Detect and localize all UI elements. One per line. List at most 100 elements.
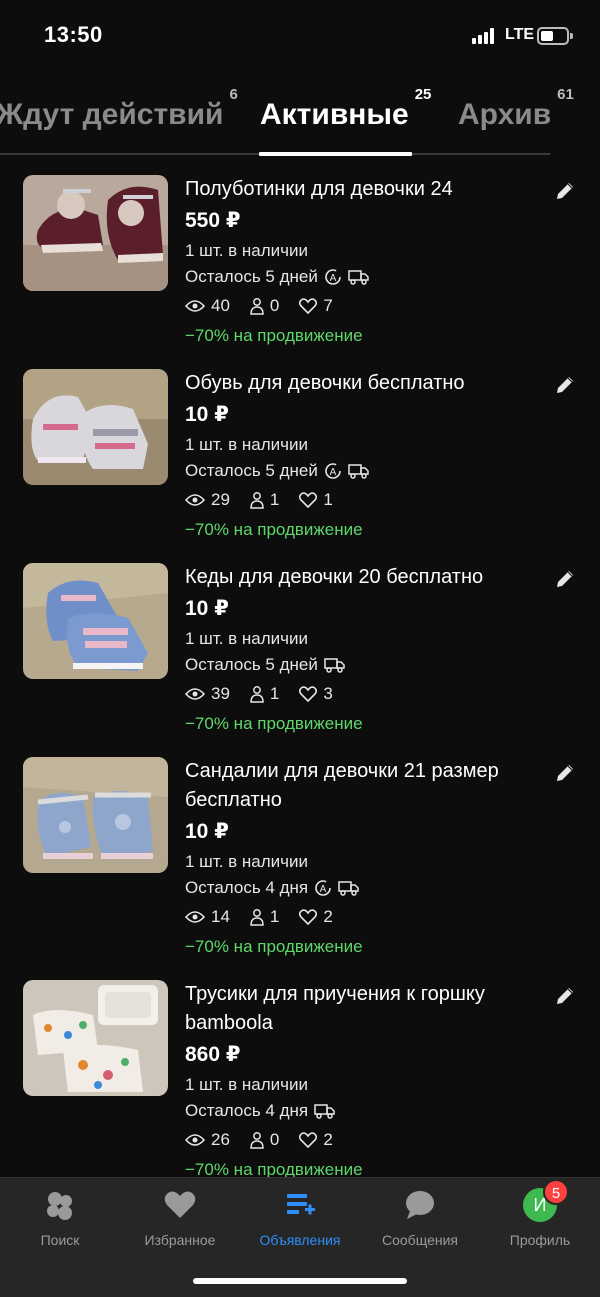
nav-label: Профиль [509, 1232, 571, 1248]
autorenew-icon: A [315, 880, 331, 896]
tab-awaiting-action[interactable]: Ждут действий 6 [0, 86, 238, 132]
favorites-count: 3 [323, 684, 333, 703]
promo-link[interactable]: −70% на продвижение [185, 710, 545, 738]
contacts-count: 1 [269, 907, 280, 926]
remaining-text: Осталось 4 дня [185, 1101, 309, 1120]
listing-photo[interactable] [23, 563, 168, 679]
signal-icon [472, 28, 498, 44]
listing-remaining: Осталось 5 дней A [185, 264, 545, 290]
views-count: 40 [211, 296, 230, 315]
tab-count: 6 [229, 86, 238, 103]
favorites-count: 7 [323, 296, 333, 315]
delivery-icon [324, 658, 345, 673]
network-type: LTE [505, 26, 535, 43]
eye-icon [185, 494, 205, 506]
nav-messages[interactable]: Сообщения [360, 1188, 480, 1258]
listing-stats: 26 0 2 [185, 1124, 545, 1156]
person-icon [250, 909, 264, 926]
contacts-count: 1 [269, 684, 280, 703]
listing-title: Обувь для девочки бесплатно [185, 372, 465, 394]
nav-favorites[interactable]: Избранное [120, 1188, 240, 1258]
tab-label: Архив [458, 98, 552, 131]
listing-item[interactable]: Обувь для девочки бесплатно 10 ₽ 1 шт. в… [0, 364, 600, 554]
views-count: 39 [211, 684, 230, 703]
active-tab-indicator [259, 152, 412, 156]
edit-pencil-icon[interactable] [554, 762, 576, 784]
listing-item[interactable]: Сандалии для девочки 21 размер бесплатно… [0, 752, 600, 970]
listing-price: 10 ₽ [185, 820, 229, 843]
promo-link[interactable]: −70% на продвижение [185, 933, 545, 961]
listing-photo[interactable] [23, 757, 168, 873]
listing-stats: 40 0 7 [185, 290, 545, 322]
listing-item[interactable]: Полуботинки для девочки 24 550 ₽ 1 шт. в… [0, 170, 600, 360]
nav-label: Поиск [40, 1232, 80, 1248]
notification-badge: 5 [543, 1179, 569, 1205]
listing-price: 860 ₽ [185, 1043, 241, 1066]
listing-photo[interactable] [23, 369, 168, 485]
search-icon [47, 1192, 72, 1220]
listing-title: Кеды для девочки 20 бесплатно [185, 566, 484, 588]
listing-price: 10 ₽ [185, 403, 229, 426]
heart-icon [299, 909, 318, 925]
listing-item[interactable]: Трусики для приучения к горшку bamboola … [0, 975, 600, 1178]
listing-remaining: Осталось 4 дня A [185, 875, 545, 901]
listing-title: Полуботинки для девочки 24 [185, 178, 453, 200]
listing-stock: 1 шт. в наличии [185, 852, 309, 871]
delivery-icon [314, 1104, 335, 1119]
listing-price: 550 ₽ [185, 209, 241, 232]
favorites-count: 1 [323, 490, 333, 509]
edit-pencil-icon[interactable] [554, 180, 576, 202]
heart-icon [299, 1132, 318, 1148]
person-icon [250, 1132, 264, 1149]
status-bar: 13:50 LTE [0, 0, 600, 72]
home-indicator[interactable] [193, 1278, 407, 1284]
listing-remaining: Осталось 5 дней A [185, 458, 545, 484]
nav-profile[interactable]: И 5 Профиль [480, 1179, 600, 1258]
nav-listings[interactable]: Объявления [240, 1188, 360, 1258]
contacts-count: 1 [269, 490, 280, 509]
autorenew-icon: A [325, 269, 341, 285]
nav-search[interactable]: Поиск [0, 1188, 120, 1258]
svg-text:A: A [320, 884, 327, 895]
tab-active[interactable]: Активные 25 [260, 86, 431, 132]
tab-archive[interactable]: Архив 61 [458, 86, 574, 132]
promo-link[interactable]: −70% на продвижение [185, 516, 545, 544]
avatar: И 5 [523, 1179, 569, 1222]
listing-title: Трусики для приучения к горшку bamboola [185, 983, 485, 1034]
listing-remaining: Осталось 4 дня [185, 1098, 545, 1124]
chat-icon [406, 1191, 434, 1219]
nav-label: Сообщения [382, 1232, 458, 1248]
heart-icon [299, 686, 318, 702]
remaining-text: Осталось 5 дней [185, 267, 318, 286]
listing-stats: 29 1 1 [185, 484, 545, 516]
edit-pencil-icon[interactable] [554, 985, 576, 1007]
edit-pencil-icon[interactable] [554, 568, 576, 590]
battery-icon [537, 27, 573, 45]
autorenew-icon: A [325, 463, 341, 479]
promo-link[interactable]: −70% на продвижение [185, 1156, 545, 1178]
listing-item[interactable]: Кеды для девочки 20 бесплатно 10 ₽ 1 шт.… [0, 558, 600, 748]
svg-text:A: A [330, 273, 337, 284]
promo-link[interactable]: −70% на продвижение [185, 322, 545, 350]
listing-stock: 1 шт. в наличии [185, 629, 309, 648]
listing-remaining: Осталось 5 дней [185, 652, 545, 678]
views-count: 14 [211, 907, 230, 926]
eye-icon [185, 300, 205, 312]
favorites-count: 2 [323, 907, 333, 926]
listing-stock: 1 шт. в наличии [185, 435, 309, 454]
person-icon [250, 686, 264, 703]
person-icon [250, 298, 264, 315]
listings-add-icon [287, 1194, 315, 1215]
views-count: 29 [211, 490, 230, 509]
favorites-count: 2 [323, 1130, 333, 1149]
edit-pencil-icon[interactable] [554, 374, 576, 396]
delivery-icon [348, 270, 369, 285]
nav-label: Объявления [259, 1232, 341, 1248]
listing-photo[interactable] [23, 175, 168, 291]
delivery-icon [338, 881, 359, 896]
remaining-text: Осталось 5 дней [185, 655, 318, 674]
eye-icon [185, 911, 205, 923]
delivery-icon [348, 464, 369, 479]
listing-photo[interactable] [23, 980, 168, 1096]
views-count: 26 [211, 1130, 230, 1149]
